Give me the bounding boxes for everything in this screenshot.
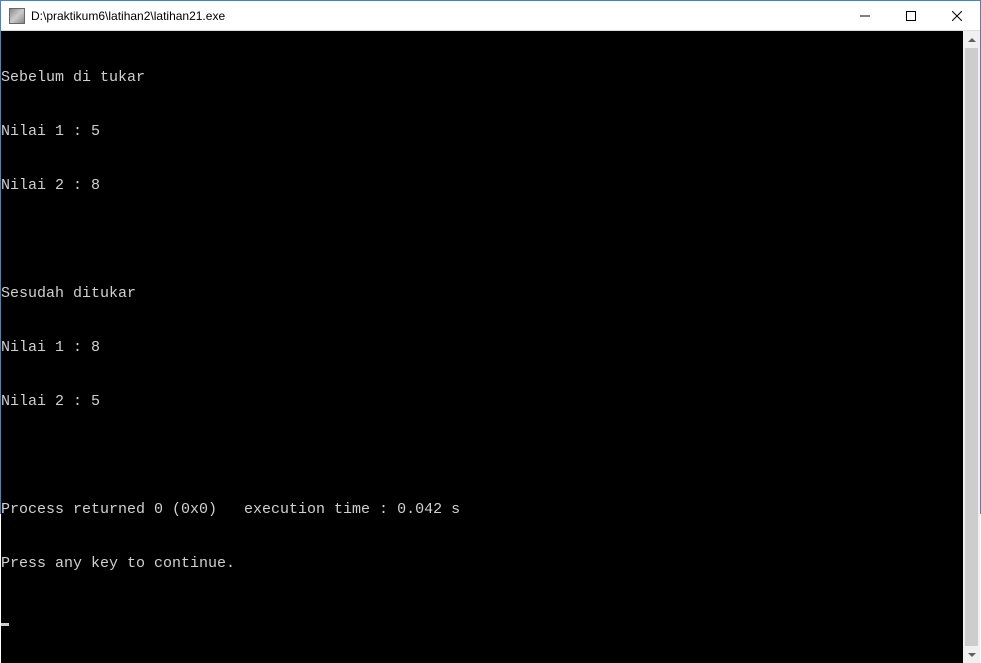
minimize-icon xyxy=(860,11,870,21)
scrollbar-track[interactable] xyxy=(963,48,980,646)
scrollbar-thumb[interactable] xyxy=(965,48,978,646)
scroll-down-button[interactable] xyxy=(963,646,980,663)
maximize-icon xyxy=(906,11,916,21)
console-line: Nilai 2 : 8 xyxy=(1,177,963,195)
titlebar[interactable]: D:\praktikum6\latihan2\latihan21.exe xyxy=(1,1,980,31)
console-output[interactable]: Sebelum di tukar Nilai 1 : 5 Nilai 2 : 8… xyxy=(1,31,963,663)
console-line: Nilai 1 : 5 xyxy=(1,123,963,141)
console-line: Press any key to continue. xyxy=(1,555,963,573)
minimize-button[interactable] xyxy=(842,1,888,30)
console-line xyxy=(1,231,963,249)
console-window: D:\praktikum6\latihan2\latihan21.exe xyxy=(0,0,981,514)
console-line: Nilai 2 : 5 xyxy=(1,393,963,411)
console-line xyxy=(1,447,963,465)
close-icon xyxy=(952,11,962,21)
console-cursor-line xyxy=(1,609,963,627)
window-controls xyxy=(842,1,980,30)
maximize-button[interactable] xyxy=(888,1,934,30)
console-line: Sebelum di tukar xyxy=(1,69,963,87)
window-title: D:\praktikum6\latihan2\latihan21.exe xyxy=(31,9,842,23)
scroll-up-button[interactable] xyxy=(963,31,980,48)
console-line: Process returned 0 (0x0) execution time … xyxy=(1,501,963,519)
cursor xyxy=(1,623,9,626)
close-button[interactable] xyxy=(934,1,980,30)
content-area: Sebelum di tukar Nilai 1 : 5 Nilai 2 : 8… xyxy=(1,31,980,663)
console-line: Sesudah ditukar xyxy=(1,285,963,303)
vertical-scrollbar[interactable] xyxy=(963,31,980,663)
chevron-up-icon xyxy=(968,38,976,42)
console-line: Nilai 1 : 8 xyxy=(1,339,963,357)
chevron-down-icon xyxy=(968,653,976,657)
app-icon xyxy=(9,8,25,24)
